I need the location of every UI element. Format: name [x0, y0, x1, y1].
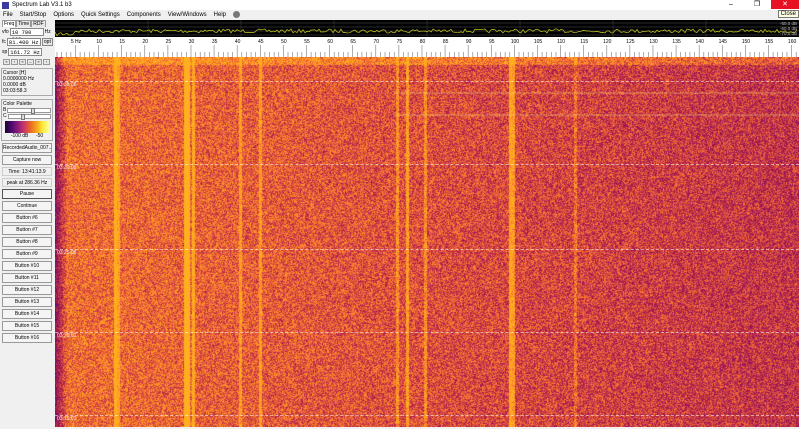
custom-button-10[interactable]: Button #10 [2, 261, 52, 271]
minimize-button[interactable]: – [719, 0, 743, 9]
menu-view-windows[interactable]: View/Windows [168, 12, 207, 18]
peak-display: peak at 286.36 Hz [2, 178, 52, 187]
maximize-button[interactable]: ❐ [745, 0, 769, 9]
status-indicator-icon [233, 11, 241, 18]
timestamp-label: 03:35:08 [57, 82, 77, 88]
time-marker-line [55, 249, 799, 250]
span-input[interactable]: 161.72 Hz [8, 48, 43, 56]
frequency-scale[interactable]: 5 Hz 10 15 20 25 30 35 40 45 50 55 60 65 70 75 80 85 90 95… [55, 37, 799, 57]
scale-ticks [56, 45, 797, 57]
custom-button-15[interactable]: Button #15 [2, 321, 52, 331]
menu-help[interactable]: Help [214, 12, 226, 18]
time-marker-line [55, 81, 799, 82]
timestamp-label: 03:15:01 [57, 416, 77, 422]
menu-components[interactable]: Components [127, 12, 161, 18]
contrast-slider[interactable] [7, 113, 51, 120]
spectrum-trace [54, 20, 799, 37]
timestamp-label: 03:20:01 [57, 333, 77, 339]
fc-input[interactable]: 81.400 Hz [6, 38, 41, 46]
pause-button[interactable]: Pause [2, 189, 52, 199]
time-marker-line [55, 164, 799, 165]
nav-button[interactable]: « [19, 59, 26, 65]
palette-max: -50 [35, 133, 44, 139]
db-label: -70.0 dB [779, 31, 797, 36]
vfo-input[interactable]: 10 700 000 [9, 28, 44, 43]
nav-button[interactable]: ‹ [11, 59, 18, 65]
custom-button-7[interactable]: Button #7 [2, 225, 52, 235]
custom-button-11[interactable]: Button #11 [2, 273, 52, 283]
cursor-time: 03:03:58.3 [3, 88, 27, 94]
vfo-label: vfo [2, 29, 9, 35]
tab-freq[interactable]: Freq [2, 20, 17, 27]
spectrum-graph[interactable]: -50.0 dB -60.0 dB -70.0 dB [54, 20, 799, 37]
nav-button[interactable]: › [43, 59, 50, 65]
recorded-file-button[interactable]: RecordedAudio_007.. [2, 143, 52, 153]
fc-label: fc [2, 39, 6, 45]
vfo-unit: Hz [44, 29, 51, 35]
brightness-slider[interactable] [7, 107, 51, 114]
close-tooltip: Close [777, 10, 799, 18]
time-marker-line [55, 415, 799, 416]
app-icon [2, 1, 9, 9]
continue-button[interactable]: Continue [2, 201, 52, 211]
opt-button[interactable]: opt [41, 38, 53, 46]
custom-button-12[interactable]: Button #12 [2, 285, 52, 295]
tab-rdf[interactable]: RDF [31, 20, 46, 27]
menu-file[interactable]: File [3, 12, 13, 18]
custom-button-8[interactable]: Button #8 [2, 237, 52, 247]
cursor-group: Cursor [H] 0.0000000 Hz 0.0000 dB 03:03:… [1, 68, 53, 96]
custom-button-13[interactable]: Button #13 [2, 297, 52, 307]
control-panel: Freq Time RDF vfo10 700 000Hz fc81.400 H… [0, 19, 54, 427]
contrast-label: C [3, 113, 7, 119]
waterfall-display[interactable]: 03:35:08 03:30:08 03:25:08 03:20:01 03:15:01 [55, 57, 799, 427]
title-bar: Spectrum Lab V3.1 b3 – ❐ ✕ [0, 0, 799, 10]
menu-quick-settings[interactable]: Quick Settings [81, 12, 120, 18]
palette-min: -100 dB [10, 133, 29, 139]
color-palette-group: Color Palette B C -100 dB -50 [1, 99, 53, 141]
tab-time[interactable]: Time [16, 20, 32, 27]
waterfall-image [55, 57, 799, 427]
custom-button-14[interactable]: Button #14 [2, 309, 52, 319]
menu-bar: File Start/Stop Options Quick Settings C… [0, 10, 241, 19]
time-marker-line [55, 332, 799, 333]
timestamp-label: 03:25:08 [57, 250, 77, 256]
menu-options[interactable]: Options [53, 12, 74, 18]
nav-button[interactable]: – [27, 59, 34, 65]
color-palette-bar[interactable] [5, 121, 49, 133]
custom-button-16[interactable]: Button #16 [2, 333, 52, 343]
sp-label: sp [2, 49, 8, 55]
custom-button-6[interactable]: Button #6 [2, 213, 52, 223]
capture-now-button[interactable]: Capture now [2, 155, 52, 165]
nav-button[interactable]: « [3, 59, 10, 65]
timestamp-label: 03:30:08 [57, 165, 77, 171]
custom-button-9[interactable]: Button #9 [2, 249, 52, 259]
time-display: Time: 13:41:13.9 [2, 167, 52, 176]
nav-button[interactable]: » [35, 59, 42, 65]
menu-start-stop[interactable]: Start/Stop [20, 12, 47, 18]
window-title: Spectrum Lab V3.1 b3 [12, 2, 72, 8]
close-button[interactable]: ✕ [771, 0, 799, 9]
